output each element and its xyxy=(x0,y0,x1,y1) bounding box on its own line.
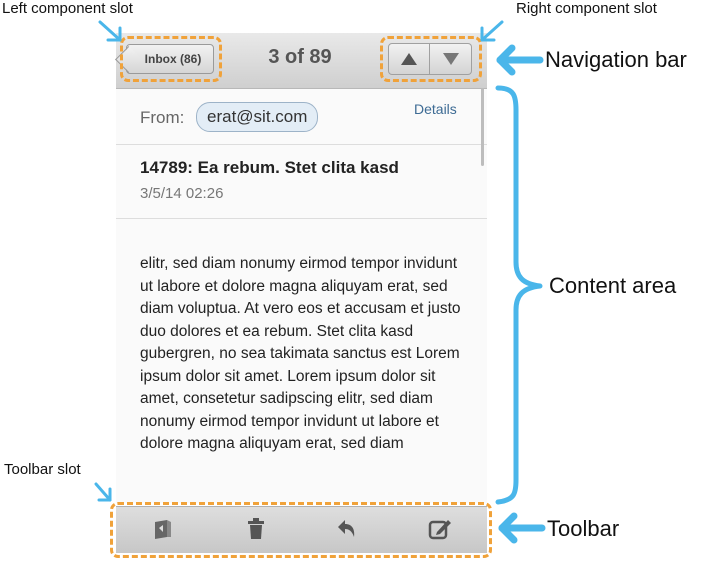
content-area-brace xyxy=(495,85,543,505)
right-slot-arrow xyxy=(480,20,504,42)
left-slot-arrow xyxy=(98,20,122,42)
callout-arrows xyxy=(94,20,546,544)
toolbar-slot-arrow xyxy=(94,482,112,502)
